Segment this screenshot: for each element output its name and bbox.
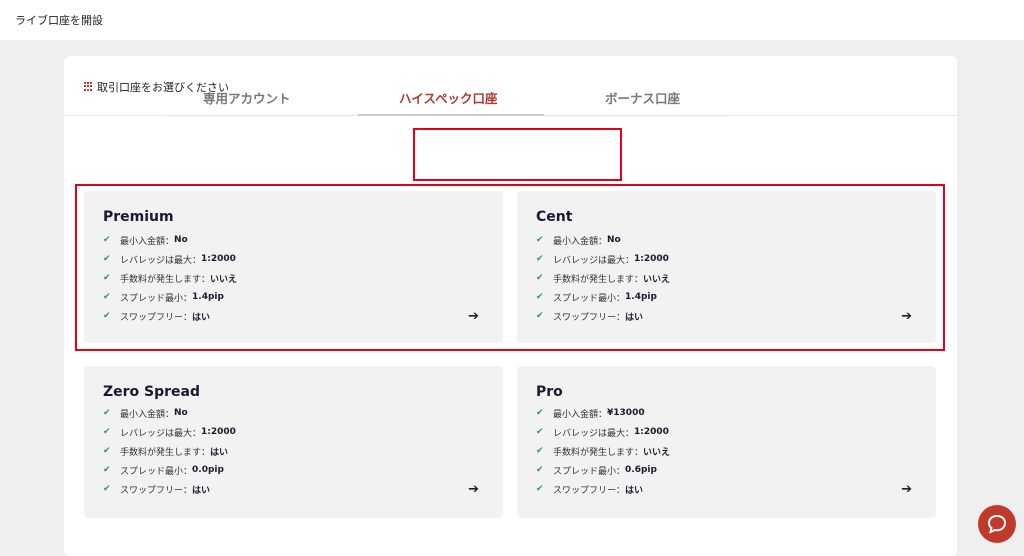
feature-min-deposit: ✔ 最小入金額： ¥13000 (536, 408, 645, 420)
check-icon: ✔ (536, 254, 544, 264)
check-icon: ✔ (536, 273, 544, 283)
grid-icon (84, 82, 93, 91)
account-type-tabs: 専用アカウント ハイスペック口座 ボーナス口座 (166, 74, 728, 116)
feature-commission: ✔ 手数料が発生します： いいえ (536, 446, 671, 458)
check-icon: ✔ (103, 292, 111, 302)
check-icon: ✔ (103, 446, 111, 456)
card-name: Cent (536, 209, 573, 225)
card-name: Premium (103, 209, 174, 225)
arrow-right-icon[interactable]: ➔ (468, 309, 479, 324)
check-icon: ✔ (536, 235, 544, 245)
check-icon: ✔ (536, 408, 544, 418)
arrow-right-icon[interactable]: ➔ (901, 309, 912, 324)
feature-spread: ✔ スプレッド最小： 1.4pip (536, 292, 657, 304)
chat-bubble-icon (987, 514, 1007, 534)
check-icon: ✔ (536, 465, 544, 475)
feature-commission: ✔ 手数料が発生します： はい (103, 446, 229, 458)
top-bar: ライブ口座を開設 (0, 0, 1024, 40)
feature-swap-free: ✔ スワップフリー： はい (536, 484, 644, 496)
arrow-right-icon[interactable]: ➔ (901, 482, 912, 497)
check-icon: ✔ (103, 408, 111, 418)
check-icon: ✔ (103, 427, 111, 437)
feature-spread: ✔ スプレッド最小： 0.6pip (536, 465, 657, 477)
account-card-zero-spread[interactable]: Zero Spread ✔ 最小入金額： No ✔ レバレッジは最大： 1:2000 … (84, 366, 503, 518)
feature-min-deposit: ✔ 最小入金額： No (103, 408, 188, 420)
feature-commission: ✔ 手数料が発生します： いいえ (103, 273, 238, 285)
tab-bonus-account[interactable]: ボーナス口座 (605, 88, 680, 107)
feature-spread: ✔ スプレッド最小： 1.4pip (103, 292, 224, 304)
feature-swap-free: ✔ スワップフリー： はい (536, 311, 644, 323)
check-icon: ✔ (536, 484, 544, 494)
tab-dedicated-account[interactable]: 専用アカウント (203, 88, 291, 107)
check-icon: ✔ (103, 484, 111, 494)
check-icon: ✔ (103, 273, 111, 283)
check-icon: ✔ (536, 311, 544, 321)
account-card-cent[interactable]: Cent ✔ 最小入金額： No ✔ レバレッジは最大： 1:2000 ✔ 手数料が発生… (517, 191, 936, 343)
check-icon: ✔ (103, 311, 111, 321)
account-card-premium[interactable]: Premium ✔ 最小入金額： No ✔ レバレッジは最大： 1:2000 ✔ 手数料… (84, 191, 503, 343)
tab-high-spec-account[interactable]: ハイスペック口座 (399, 88, 498, 107)
feature-leverage: ✔ レバレッジは最大： 1:2000 (536, 254, 669, 266)
feature-commission: ✔ 手数料が発生します： いいえ (536, 273, 671, 285)
check-icon: ✔ (103, 254, 111, 264)
check-icon: ✔ (536, 446, 544, 456)
feature-min-deposit: ✔ 最小入金額： No (536, 235, 621, 247)
feature-swap-free: ✔ スワップフリー： はい (103, 484, 211, 496)
card-name: Pro (536, 384, 563, 400)
feature-leverage: ✔ レバレッジは最大： 1:2000 (536, 427, 669, 439)
check-icon: ✔ (536, 427, 544, 437)
check-icon: ✔ (536, 292, 544, 302)
check-icon: ✔ (103, 465, 111, 475)
active-tab-underline (358, 114, 544, 116)
card-name: Zero Spread (103, 384, 201, 400)
feature-swap-free: ✔ スワップフリー： はい (103, 311, 211, 323)
feature-leverage: ✔ レバレッジは最大： 1:2000 (103, 254, 236, 266)
account-card-pro[interactable]: Pro ✔ 最小入金額： ¥13000 ✔ レバレッジは最大： 1:2000 ✔ 手数料… (517, 366, 936, 518)
page-title: ライブ口座を開設 (15, 14, 103, 27)
feature-min-deposit: ✔ 最小入金額： No (103, 235, 188, 247)
feature-leverage: ✔ レバレッジは最大： 1:2000 (103, 427, 236, 439)
check-icon: ✔ (103, 235, 111, 245)
feature-spread: ✔ スプレッド最小： 0.0pip (103, 465, 224, 477)
chat-button[interactable] (978, 505, 1016, 543)
arrow-right-icon[interactable]: ➔ (468, 482, 479, 497)
